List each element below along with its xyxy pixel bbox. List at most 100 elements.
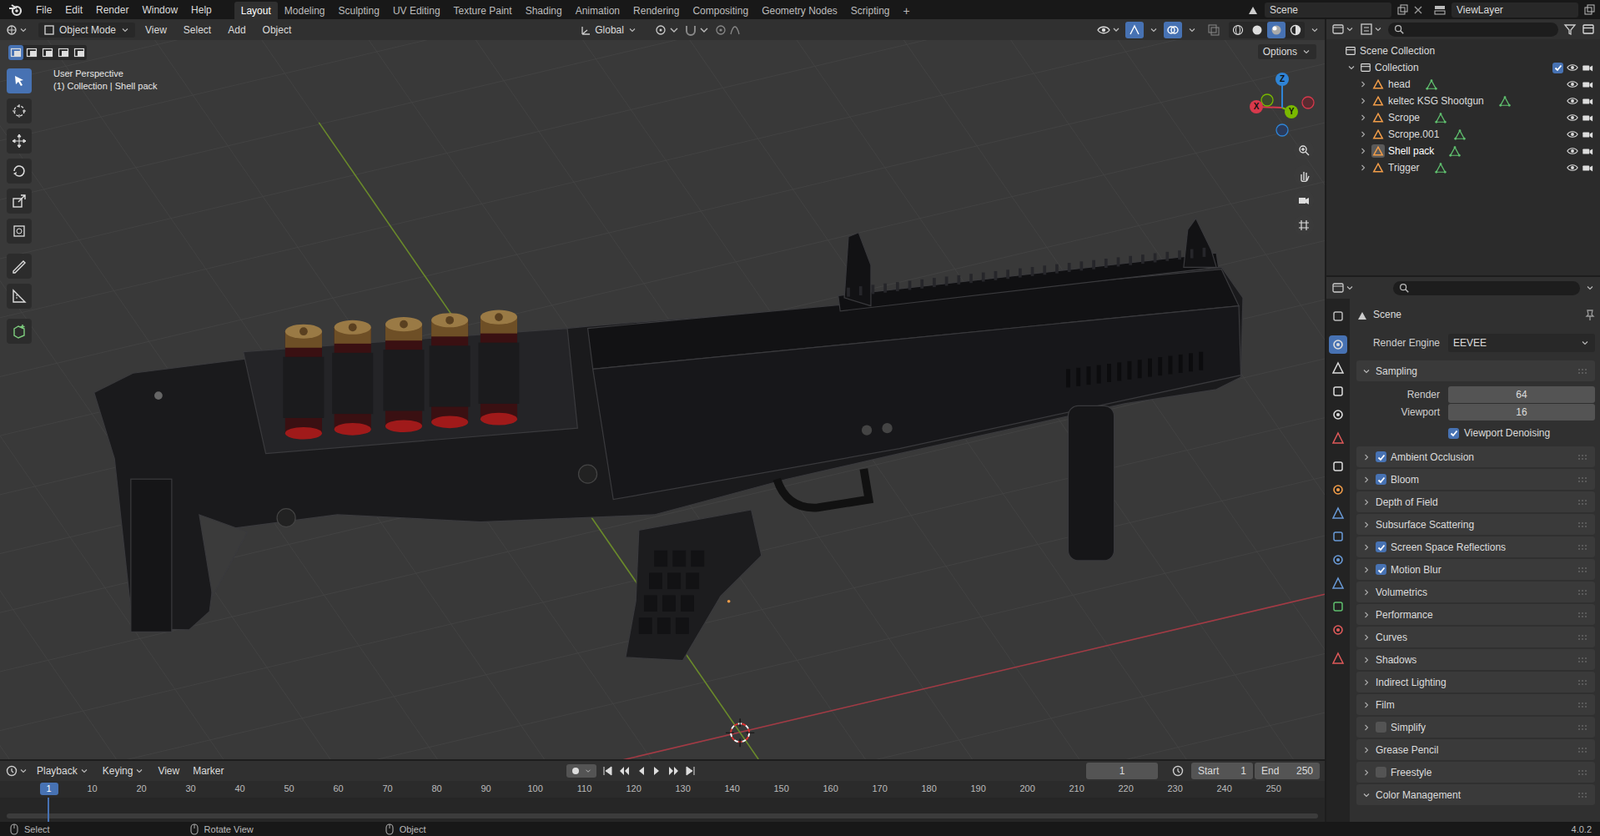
properties-tab[interactable] xyxy=(1328,503,1348,523)
panel-checkbox[interactable] xyxy=(1375,473,1387,485)
disclosure-arrow-icon[interactable] xyxy=(1361,609,1372,620)
disclosure-arrow-icon[interactable] xyxy=(1358,129,1369,140)
grip-icon[interactable] xyxy=(1576,699,1589,710)
frame-ruler[interactable]: 1020304050607080901001101201301401501601… xyxy=(0,780,1325,798)
disclosure-arrow-icon[interactable] xyxy=(1361,722,1372,733)
disclosure-arrow-icon[interactable] xyxy=(1361,519,1372,530)
properties-tab[interactable] xyxy=(1328,335,1348,354)
grip-icon[interactable] xyxy=(1576,587,1589,598)
properties-panel[interactable]: Motion Blur xyxy=(1356,558,1595,580)
panel-checkbox[interactable] xyxy=(1375,451,1387,463)
disclosure-arrow-icon[interactable] xyxy=(1358,95,1369,106)
playback-button-icon[interactable] xyxy=(651,764,664,777)
properties-panel[interactable]: Freestyle xyxy=(1356,761,1595,783)
object-name[interactable]: Scrope.001 xyxy=(1388,128,1439,141)
playhead[interactable]: 1 xyxy=(40,782,59,795)
proportional-icon[interactable] xyxy=(714,23,748,37)
object-name[interactable]: head xyxy=(1388,78,1411,91)
chevron-down-icon[interactable] xyxy=(1187,25,1198,36)
clock-editor-icon[interactable] xyxy=(5,764,19,778)
duplicate-icon[interactable] xyxy=(1396,4,1409,16)
playback-button-icon[interactable] xyxy=(634,764,647,777)
number-field[interactable]: 16 xyxy=(1448,403,1595,421)
disclosure-arrow-icon[interactable] xyxy=(1361,767,1372,778)
shading-button[interactable] xyxy=(1247,21,1267,39)
chevron-down-icon[interactable] xyxy=(1309,25,1320,36)
editor-type-icon[interactable] xyxy=(5,23,19,37)
properties-panel[interactable]: Indirect Lighting xyxy=(1356,671,1595,693)
tool-button[interactable] xyxy=(6,68,32,94)
camera-icon[interactable] xyxy=(1581,111,1594,124)
mesh-data-icon[interactable] xyxy=(1434,161,1447,174)
workspace-tab[interactable]: Shading xyxy=(518,1,569,20)
eye-icon[interactable] xyxy=(1566,78,1579,91)
outliner-row[interactable]: Scrope xyxy=(1326,109,1600,126)
axis-label[interactable]: Y xyxy=(1284,105,1299,118)
properties-panel[interactable]: Curves xyxy=(1356,626,1595,648)
options-label[interactable]: Options xyxy=(1262,45,1298,58)
tool-button[interactable] xyxy=(6,253,32,279)
properties-editor-icon[interactable] xyxy=(1331,281,1345,295)
disclosure-arrow-icon[interactable] xyxy=(1361,699,1372,710)
eye-icon[interactable] xyxy=(1566,61,1579,74)
visibility-icon[interactable] xyxy=(1096,23,1121,37)
nav-button[interactable] xyxy=(1293,190,1314,211)
outliner-row[interactable]: head xyxy=(1326,75,1600,93)
collection-name[interactable]: Scene Collection xyxy=(1359,45,1435,57)
snap-icon[interactable] xyxy=(684,23,710,37)
properties-tab[interactable] xyxy=(1328,573,1348,593)
start-frame-field[interactable]: Start1 xyxy=(1191,762,1253,780)
panel-checkbox[interactable] xyxy=(1375,563,1387,575)
nav-button[interactable] xyxy=(1293,165,1314,186)
disclosure-arrow-icon[interactable] xyxy=(1361,632,1372,643)
outliner-row[interactable]: Trigger xyxy=(1326,159,1600,177)
outliner-editor-icon[interactable] xyxy=(1331,22,1345,36)
playback-button-icon[interactable] xyxy=(684,764,697,777)
properties-tab[interactable] xyxy=(1328,457,1348,476)
menu-label[interactable]: Marker xyxy=(192,764,224,777)
pivot-icon[interactable] xyxy=(654,23,680,37)
menu-item[interactable]: View xyxy=(138,21,174,39)
select-mode-button[interactable] xyxy=(40,45,56,61)
grip-icon[interactable] xyxy=(1576,722,1589,733)
shading-button[interactable] xyxy=(1228,21,1248,39)
timeline-menu[interactable]: Playback xyxy=(31,763,95,779)
pin-icon[interactable] xyxy=(1583,308,1595,321)
scene-icon[interactable] xyxy=(1246,3,1260,17)
disclosure-arrow-icon[interactable] xyxy=(1361,564,1372,575)
workspace-tab[interactable]: Shading xyxy=(525,5,563,17)
menu-label[interactable]: Playback xyxy=(36,764,78,777)
timeline-menu[interactable]: View xyxy=(152,763,185,779)
grip-icon[interactable] xyxy=(1576,789,1589,800)
properties-tab[interactable] xyxy=(1328,597,1348,616)
properties-tab[interactable] xyxy=(1328,358,1348,378)
panel-checkbox[interactable] xyxy=(1375,541,1387,553)
properties-panel[interactable]: Subsurface Scattering xyxy=(1356,513,1595,535)
disclosure-arrow-icon[interactable] xyxy=(1358,145,1369,156)
disclosure-arrow-icon[interactable] xyxy=(1361,654,1372,665)
disclosure-arrow-icon[interactable] xyxy=(1361,677,1372,688)
current-frame[interactable]: 1 xyxy=(1119,764,1126,777)
workspace-tab[interactable]: UV Editing xyxy=(392,5,441,17)
disclosure-arrow-icon[interactable] xyxy=(1361,542,1372,553)
view-layer-selector[interactable]: ViewLayer xyxy=(1451,2,1579,18)
workspace-tab[interactable]: Sculpting xyxy=(332,1,387,20)
denoising-checkbox[interactable] xyxy=(1448,427,1460,439)
mode-dropdown[interactable]: Object Mode xyxy=(38,22,136,38)
timeline-menu[interactable]: Keying xyxy=(97,763,151,779)
menu-item[interactable]: Add xyxy=(221,21,252,39)
end-frame-field[interactable]: End250 xyxy=(1254,762,1320,780)
collection-name[interactable]: Collection xyxy=(1374,61,1419,74)
render-engine-value[interactable]: EEVEE xyxy=(1453,337,1487,349)
workspace-tab[interactable]: Texture Paint xyxy=(453,5,513,17)
outliner-row[interactable]: Shell pack xyxy=(1326,142,1600,160)
disclosure-arrow-icon[interactable] xyxy=(1361,474,1372,485)
properties-panel[interactable]: Performance xyxy=(1356,603,1595,625)
properties-tab[interactable] xyxy=(1328,428,1348,448)
properties-search[interactable] xyxy=(1393,281,1580,296)
filter-icon[interactable] xyxy=(1563,22,1577,36)
mesh-data-icon[interactable] xyxy=(1449,145,1461,157)
workspace-tab[interactable]: Scripting xyxy=(844,1,897,20)
viewport-canvas[interactable]: User Perspective(1) Collection | Shell p… xyxy=(0,40,1325,760)
workspace-tab[interactable]: Texture Paint xyxy=(447,1,519,20)
